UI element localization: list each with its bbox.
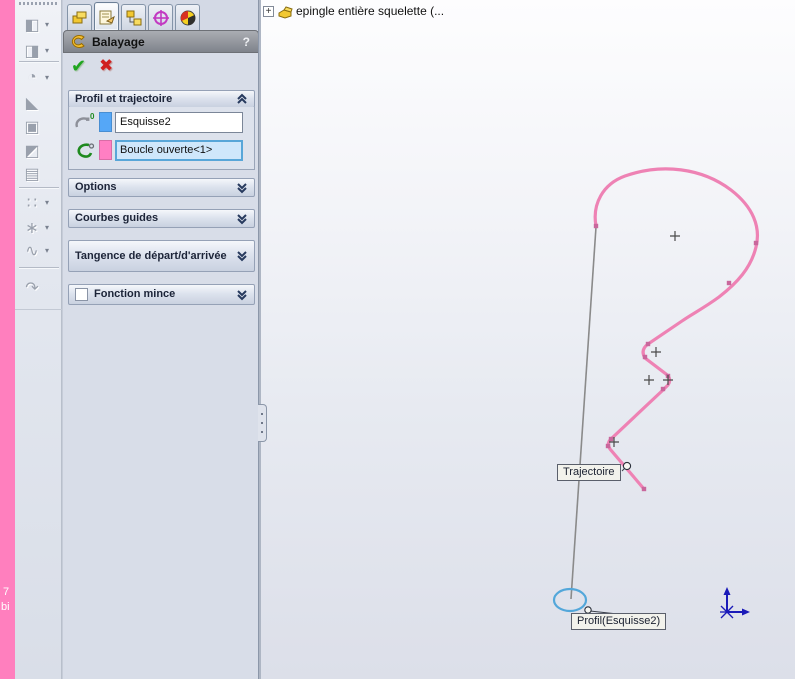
sketch-canvas[interactable] xyxy=(261,0,795,679)
featuremanager-icon xyxy=(72,11,86,23)
chevron-down-icon xyxy=(237,251,247,262)
toolbar-separator xyxy=(19,61,59,63)
profile-icon: 0 xyxy=(75,112,95,128)
background-text-fragment: 7 xyxy=(3,586,10,598)
toolbar-grip-handle[interactable] xyxy=(19,2,59,5)
instant3d-icon: ↷ xyxy=(25,279,39,297)
draft-icon: ◩ xyxy=(24,142,40,160)
dropdown-arrow-icon[interactable]: ▾ xyxy=(45,198,49,207)
dropdown-arrow-icon[interactable]: ▾ xyxy=(45,46,49,55)
svg-text:0: 0 xyxy=(90,112,95,121)
tab-propertymanager[interactable] xyxy=(94,2,119,30)
linear-pattern-button[interactable]: ∷ ▾ xyxy=(20,191,58,214)
profile-selection-row: 0 Esquisse2 xyxy=(73,110,243,134)
panel-divider[interactable] xyxy=(258,0,261,679)
group-title: Fonction mince xyxy=(94,288,176,300)
propertymanager-icon xyxy=(99,10,115,24)
configurations-icon xyxy=(126,10,141,25)
path-color-swatch xyxy=(99,140,112,160)
sweep-feature-icon xyxy=(71,35,85,48)
cut-extrude-button[interactable]: ◨ ▾ xyxy=(20,39,58,62)
group-thin-feature-header[interactable]: Fonction mince xyxy=(68,284,255,305)
help-button[interactable]: ? xyxy=(243,35,252,49)
rib-icon: ▤ xyxy=(24,165,40,183)
tab-featuremanager[interactable] xyxy=(67,4,92,30)
rib-button[interactable]: ▤ xyxy=(20,162,58,185)
origin-triad-icon xyxy=(720,587,750,619)
dimxpert-icon xyxy=(152,9,169,26)
profile-color-swatch xyxy=(99,112,112,132)
curves-button[interactable]: ∗ ▾ xyxy=(20,216,58,239)
graphics-viewport[interactable]: + epingle entière squelette (... Traject… xyxy=(261,0,795,679)
trajectory-callout[interactable]: Trajectoire xyxy=(557,464,621,481)
chevron-up-icon xyxy=(237,93,247,104)
cut-extrude-icon: ◨ xyxy=(24,42,40,60)
profile-selection-field[interactable]: Esquisse2 xyxy=(115,111,243,133)
dropdown-arrow-icon[interactable]: ▾ xyxy=(45,20,49,29)
background-text-fragment: bi xyxy=(1,601,10,613)
path-selection-field[interactable]: Boucle ouverte<1> xyxy=(115,139,243,161)
property-manager-panel: Balayage ? ✔ ✖ Profil et trajectoire 0 E… xyxy=(62,0,259,679)
toolbar-separator xyxy=(19,267,59,269)
chevron-down-icon xyxy=(237,289,247,300)
boss-extrude-button[interactable]: ◧ ▾ xyxy=(20,13,58,36)
spline-tools-button[interactable]: ∿ ▾ xyxy=(20,239,58,262)
group-profile-path-body: 0 Esquisse2 0 Boucle ouverte<1> xyxy=(68,107,255,170)
solidworks-window: 7 bi ◧ ▾ ◨ ▾ ◔ ▾ ◣ ▣ ◩ ▤ ∷ ▾ ∗ ▾ ∿ ▾ ↷ B… xyxy=(0,0,795,679)
sketch-point-markers[interactable] xyxy=(593,223,759,492)
dropdown-arrow-icon[interactable]: ▾ xyxy=(45,73,49,82)
background-window-strip: 7 bi xyxy=(0,0,15,679)
panel-actions: ✔ ✖ xyxy=(63,53,259,89)
group-tangency-header[interactable]: Tangence de départ/d'arrivée xyxy=(68,240,255,272)
profile-callout[interactable]: Profil(Esquisse2) xyxy=(571,613,667,630)
chamfer-button[interactable]: ◣ xyxy=(20,91,58,114)
displaymanager-icon xyxy=(180,10,195,25)
group-title: Tangence de départ/d'arrivée xyxy=(75,249,227,262)
panel-title: Balayage xyxy=(92,34,145,49)
fillet-button[interactable]: ◔ ▾ xyxy=(20,66,58,89)
tab-configurations[interactable] xyxy=(121,4,146,30)
group-profile-path-header[interactable]: Profil et trajectoire xyxy=(68,90,255,108)
trajectory-anchor-circle[interactable] xyxy=(622,461,632,471)
sweep-path-curve xyxy=(593,167,759,491)
sketch-line-gray xyxy=(570,226,597,600)
path-badge-circle xyxy=(88,143,95,149)
dropdown-arrow-icon[interactable]: ▾ xyxy=(45,223,49,232)
propertymanager-header: Balayage ? xyxy=(63,30,259,53)
arc-center-markers xyxy=(609,231,680,447)
shell-button[interactable]: ▣ xyxy=(20,115,58,138)
spline-tools-icon: ∿ xyxy=(25,242,39,260)
panel-collapse-handle[interactable] xyxy=(258,404,267,442)
path-selection-row: 0 Boucle ouverte<1> xyxy=(73,138,243,162)
group-title: Options xyxy=(75,181,117,193)
features-toolbar: ◧ ▾ ◨ ▾ ◔ ▾ ◣ ▣ ◩ ▤ ∷ ▾ ∗ ▾ ∿ ▾ ↷ xyxy=(15,0,62,679)
instant3d-button[interactable]: ↷ xyxy=(20,276,58,299)
toolbar-bottom-edge xyxy=(15,309,62,311)
boss-extrude-icon: ◧ xyxy=(24,16,40,34)
tab-displaymanager[interactable] xyxy=(175,4,200,30)
curves-icon: ∗ xyxy=(25,219,39,237)
cancel-button[interactable]: ✖ xyxy=(99,56,123,80)
path-icon: 0 xyxy=(77,143,95,158)
profile-ellipse[interactable] xyxy=(552,587,588,613)
group-title: Profil et trajectoire xyxy=(75,92,173,105)
toolbar-separator xyxy=(19,187,59,189)
thin-feature-checkbox[interactable] xyxy=(75,288,88,301)
group-title: Courbes guides xyxy=(75,212,159,224)
chamfer-icon: ◣ xyxy=(25,94,39,112)
manager-tabstrip xyxy=(63,0,259,30)
shell-icon: ▣ xyxy=(24,118,40,136)
chevron-down-icon xyxy=(237,213,247,224)
fillet-icon: ◔ xyxy=(27,68,37,86)
draft-button[interactable]: ◩ xyxy=(20,139,58,162)
group-guide-curves-header[interactable]: Courbes guides xyxy=(68,209,255,228)
ok-button[interactable]: ✔ xyxy=(71,56,95,80)
linear-pattern-icon: ∷ xyxy=(26,194,38,212)
chevron-down-icon xyxy=(237,182,247,193)
tab-dimxpert[interactable] xyxy=(148,4,173,30)
dropdown-arrow-icon[interactable]: ▾ xyxy=(45,246,49,255)
group-options-header[interactable]: Options xyxy=(68,178,255,197)
